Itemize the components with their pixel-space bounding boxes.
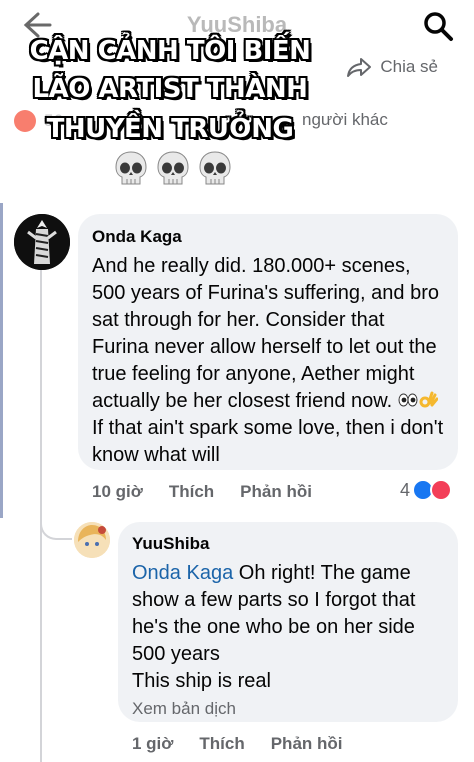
like-button[interactable]: Thích [169, 482, 214, 502]
reply-actions: 1 giờ Thích Phản hồi [132, 734, 343, 754]
see-translation-link[interactable]: Xem bản dịch [132, 699, 444, 719]
like-button[interactable]: Thích [199, 734, 244, 754]
comment-time[interactable]: 10 giờ [92, 482, 143, 502]
comment-actions: 10 giờ Thích Phản hồi [92, 482, 312, 502]
avatar[interactable] [74, 522, 110, 558]
meme-caption-line-2: LÃO ARTIST THÀNH [32, 74, 308, 104]
meme-caption-line-3: THUYỀN TRƯỞNG [46, 114, 294, 144]
meme-caption-line-1: CẬN CẢNH TÔI BIẾN [29, 36, 311, 66]
mention-link[interactable]: Onda Kaga [132, 562, 233, 584]
skull-icon [115, 151, 147, 185]
reply-bubble[interactable]: YuuShiba Onda Kaga Oh right! The game sh… [118, 522, 458, 722]
skull-emoji-row [114, 150, 232, 188]
comment-reactions[interactable]: 4 [400, 479, 453, 501]
reply-button[interactable]: Phản hồi [240, 482, 312, 502]
avatar[interactable] [14, 214, 70, 270]
avatar-image [14, 214, 70, 270]
comment-text-part-2: If that ain't spark some love, then i do… [92, 417, 444, 466]
reply-button[interactable]: Phản hồi [271, 734, 343, 754]
comment-text-part-1: And he really did. 180.000+ scenes, 500 … [92, 255, 439, 412]
avatar-image [74, 522, 110, 558]
reply-author[interactable]: YuuShiba [132, 534, 444, 554]
reaction-count: 4 [400, 479, 411, 500]
love-reaction-icon [430, 479, 453, 501]
thread-connector [40, 510, 72, 540]
reply-time[interactable]: 1 giờ [132, 734, 173, 754]
skull-icon [157, 151, 189, 185]
highlighted-comment-marker [0, 203, 3, 518]
comment-author[interactable]: Onda Kaga [92, 227, 444, 247]
comment-text: And he really did. 180.000+ scenes, 500 … [92, 253, 444, 469]
search-icon[interactable] [422, 10, 454, 42]
reply-text-part-2: This ship is real [132, 670, 271, 692]
comment-bubble[interactable]: Onda Kaga And he really did. 180.000+ sc… [78, 214, 458, 470]
page-title: YuuShiba [186, 12, 288, 37]
skull-icon [199, 151, 231, 185]
reply-text: Onda Kaga Oh right! The game show a few … [132, 560, 444, 695]
eyes-emoji-icon [398, 393, 418, 407]
ok-hand-emoji-icon [419, 391, 438, 408]
